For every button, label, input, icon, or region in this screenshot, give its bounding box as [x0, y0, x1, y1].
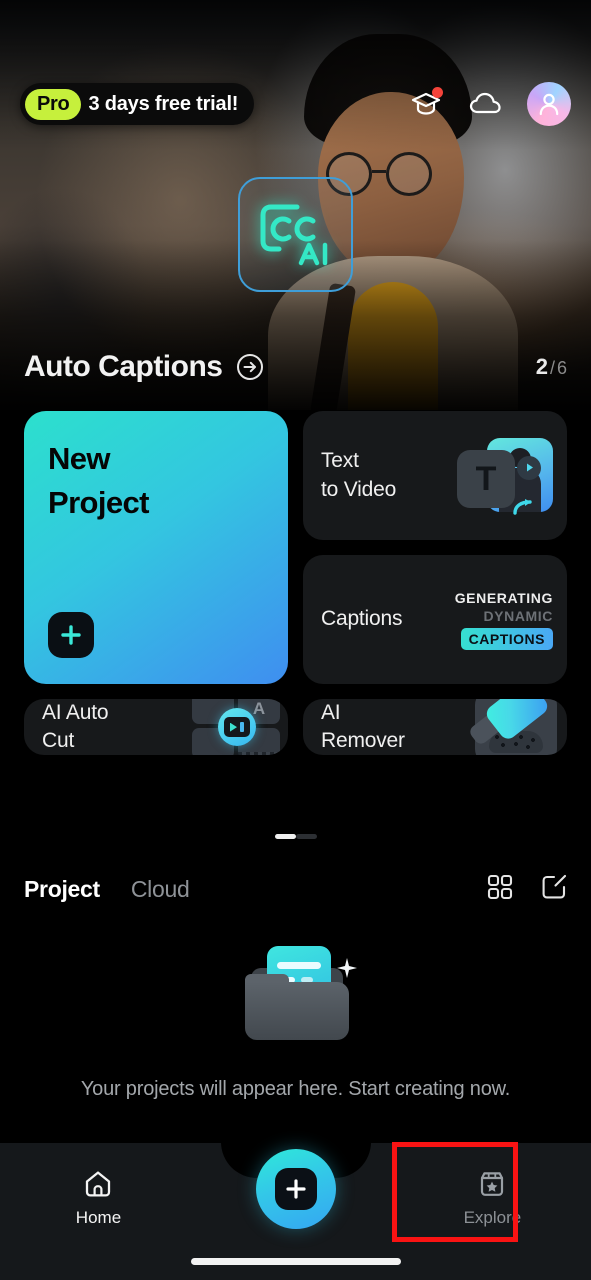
tab-project[interactable]: Project [24, 876, 100, 903]
ai-remover-art [467, 699, 557, 756]
nav-label-explore: Explore [463, 1208, 522, 1227]
counter-total: 6 [556, 358, 567, 378]
grid-view-icon[interactable] [487, 874, 513, 905]
convert-arrow-icon [513, 498, 532, 515]
folder-document-icon [231, 946, 361, 1050]
empty-state-message: Your projects will appear here. Start cr… [80, 1078, 511, 1100]
nav-item-home[interactable]: Home [0, 1161, 197, 1228]
counter-current: 2 [535, 354, 548, 379]
bottom-navigation: Home Explore [0, 1142, 591, 1280]
trial-label: 3 days free trial! [88, 92, 239, 115]
captions-art-line2: DYNAMIC [483, 607, 553, 624]
hero-title: Auto Captions [24, 350, 223, 383]
page-dot-active [274, 834, 296, 839]
auto-cut-badge-icon [218, 708, 256, 747]
cc-ai-icon [238, 177, 353, 292]
home-indicator [190, 1258, 401, 1265]
text-to-video-line1: Text [321, 449, 359, 473]
hero-banner[interactable]: Pro 3 days free trial! Auto Captions 2 /… [0, 0, 591, 410]
text-tool-letter: T [475, 459, 497, 498]
plus-icon[interactable] [48, 612, 94, 658]
create-fab-button[interactable] [255, 1149, 336, 1229]
top-bar-icons [407, 82, 571, 126]
page-dot-inactive [295, 834, 317, 839]
project-actions [487, 874, 567, 905]
edit-square-icon[interactable] [541, 874, 567, 905]
feature-grid: New Project Text to Video T Captions GEN… [24, 411, 567, 756]
ai-remover-line2: Remover [321, 729, 405, 753]
home-icon [86, 1171, 111, 1197]
captions-art-line3: CAPTIONS [460, 627, 553, 650]
new-project-card[interactable]: New Project [24, 411, 288, 684]
nav-item-explore[interactable]: Explore [394, 1161, 591, 1228]
captions-art-line1: GENERATING [454, 589, 553, 606]
sparkle-icon [336, 958, 357, 978]
notification-dot [432, 87, 443, 98]
text-to-video-line2: to Video [321, 477, 397, 501]
ai-remover-line1: AI [321, 701, 341, 724]
pro-badge: Pro [25, 88, 82, 120]
captions-label: Captions [321, 607, 403, 631]
new-project-line2: Project [48, 485, 150, 521]
carousel-page-indicator[interactable] [274, 834, 317, 839]
ai-auto-cut-art: A [192, 699, 280, 756]
ai-auto-cut-line2: Cut [42, 729, 75, 753]
cloud-icon[interactable] [467, 85, 505, 123]
pro-trial-button[interactable]: Pro 3 days free trial! [20, 83, 255, 125]
app-screen: Pro 3 days free trial! Auto Captions 2 /… [0, 0, 591, 1280]
graduation-cap-icon[interactable] [407, 85, 445, 123]
top-bar: Pro 3 days free trial! [0, 80, 591, 128]
hero-counter: 2 / 6 [536, 354, 567, 380]
counter-separator: / [549, 358, 555, 378]
tab-cloud[interactable]: Cloud [131, 876, 190, 903]
avatar[interactable] [527, 82, 571, 126]
plus-icon [274, 1168, 317, 1210]
play-icon [517, 455, 541, 480]
ai-remover-card[interactable]: AI Remover [303, 699, 567, 756]
text-to-video-art: T [455, 430, 555, 522]
store-star-icon [481, 1172, 504, 1196]
project-tab-bar: Project Cloud [0, 866, 591, 912]
projects-empty-state: Your projects will appear here. Start cr… [0, 946, 591, 1101]
text-to-video-card[interactable]: Text to Video T [303, 411, 567, 540]
hero-title-row: Auto Captions 2 / 6 [0, 344, 591, 390]
captions-card[interactable]: Captions GENERATING DYNAMIC CAPTIONS [303, 555, 567, 684]
ai-auto-cut-line1: AI Auto [42, 701, 109, 724]
new-project-line1: New [48, 441, 111, 476]
captions-art: GENERATING DYNAMIC CAPTIONS [437, 590, 553, 650]
arrow-right-circle-icon[interactable] [236, 353, 264, 381]
nav-label-home: Home [75, 1208, 122, 1227]
ai-auto-cut-card[interactable]: AI Auto Cut A [24, 699, 288, 756]
